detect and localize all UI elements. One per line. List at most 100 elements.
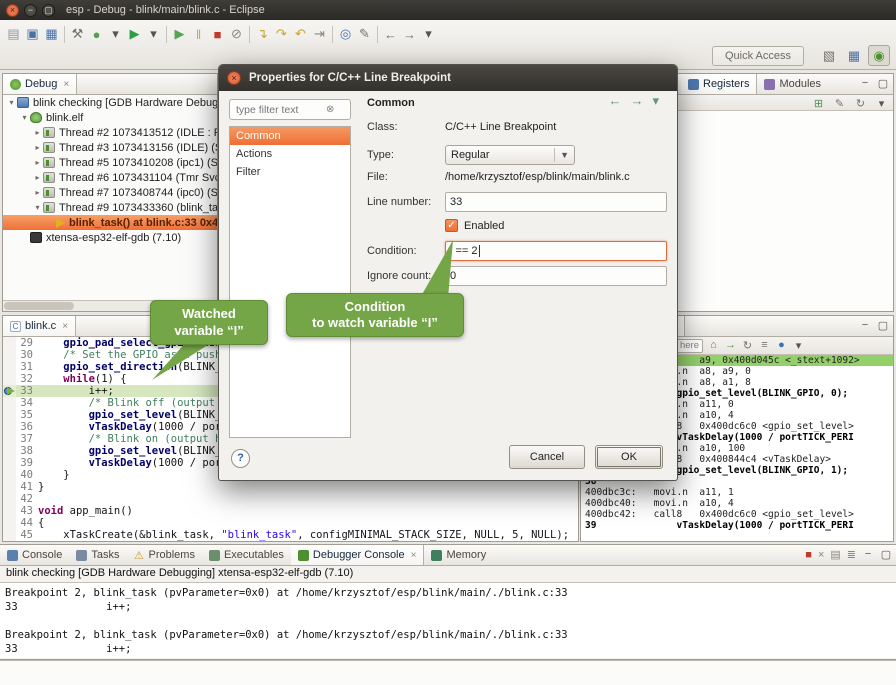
disconnect-icon[interactable]: ⊘ (227, 25, 246, 44)
scrollbar-thumb[interactable] (4, 302, 74, 310)
forward-icon[interactable]: → (630, 93, 643, 109)
dialog-section-actions[interactable]: Actions (230, 145, 350, 163)
close-icon[interactable]: × (62, 321, 68, 332)
expander-icon[interactable]: ▾ (19, 113, 30, 122)
expander-icon[interactable]: ▾ (6, 98, 17, 107)
cpp-perspective-button[interactable]: ▦ (843, 45, 865, 66)
scroll-lock-icon[interactable]: ≣ (847, 548, 856, 561)
close-icon[interactable]: × (411, 550, 417, 561)
expander-icon[interactable]: ▸ (32, 173, 43, 182)
code-line[interactable]: 45 xTaskCreate(&blink_task, "blink_task"… (3, 529, 578, 541)
resume-icon[interactable]: ▶ (170, 25, 189, 44)
tree-item-thread-6[interactable]: ▸Thread #6 1073431104 (Tmr Svc) (Suspend… (3, 170, 217, 185)
refresh-icon[interactable]: ↻ (740, 339, 755, 352)
maximize-icon[interactable]: ▢ (876, 77, 890, 90)
debug-perspective-button[interactable]: ◉ (868, 45, 890, 66)
refresh-icon[interactable]: ↻ (853, 97, 868, 110)
back-history-icon[interactable]: ← (381, 25, 400, 44)
ok-button[interactable]: OK (595, 445, 663, 469)
view-menu-icon[interactable]: ▾ (874, 97, 889, 110)
tab-problems[interactable]: ⚠Problems (126, 545, 201, 565)
tab-debug[interactable]: Debug × (3, 74, 77, 94)
condition-input[interactable]: i == 2 (445, 241, 667, 261)
skip-breakpoints-icon[interactable]: ◎ (336, 25, 355, 44)
show-source-icon[interactable]: ≡ (757, 339, 772, 352)
code-line[interactable]: 43void app_main() (3, 505, 578, 517)
tree-item-thread-5[interactable]: ▸Thread #5 1073410208 (ipc1) (Suspended) (3, 155, 217, 170)
cancel-button[interactable]: Cancel (509, 445, 585, 469)
history-menu-icon[interactable]: ▾ (419, 25, 438, 44)
console-output[interactable]: Breakpoint 2, blink_task (pvParameter=0x… (0, 582, 896, 658)
disassembly-line[interactable]: 400dbc40: movi.n a10, 4 (581, 498, 893, 509)
code-line[interactable]: 41} (3, 481, 578, 493)
code-line[interactable]: 42 (3, 493, 578, 505)
window-close-button[interactable]: × (6, 4, 19, 17)
run-menu-icon[interactable]: ▾ (144, 25, 163, 44)
clear-console-icon[interactable]: ▤ (830, 548, 840, 561)
step-return-icon[interactable]: ↶ (291, 25, 310, 44)
step-over-icon[interactable]: ↷ (272, 25, 291, 44)
maximize-icon[interactable]: ▢ (876, 319, 890, 332)
step-into-icon[interactable]: ↴ (253, 25, 272, 44)
window-minimize-button[interactable]: − (24, 4, 37, 17)
quick-access-button[interactable]: Quick Access (712, 46, 804, 66)
tab-debugger-console[interactable]: Debugger Console× (291, 545, 425, 565)
new-wizard-icon[interactable]: ▤ (4, 25, 23, 44)
tree-item-thread-9[interactable]: ▾Thread #9 1073433360 (blink_task : Susp… (3, 200, 217, 215)
debug-icon[interactable]: ● (87, 25, 106, 44)
tab-tasks[interactable]: Tasks (69, 545, 126, 565)
save-all-icon[interactable]: ▦ (42, 25, 61, 44)
tree-item-gdb-process[interactable]: xtensa-esp32-elf-gdb (7.10) (3, 230, 217, 245)
tree-item-blink-elf[interactable]: ▾blink.elf (3, 110, 217, 125)
expander-icon[interactable]: ▸ (32, 188, 43, 197)
layout-icon[interactable]: ⊞ (811, 97, 826, 110)
clear-filter-icon[interactable]: ⊗ (326, 104, 334, 115)
run-icon[interactable]: ▶ (125, 25, 144, 44)
minimize-icon[interactable]: − (858, 319, 872, 332)
tab-blink-c[interactable]: C blink.c × (3, 316, 76, 336)
minimize-icon[interactable]: − (858, 77, 872, 90)
save-icon[interactable]: ▣ (23, 25, 42, 44)
instruction-stepping-icon[interactable]: ⇥ (310, 25, 329, 44)
maximize-icon[interactable]: ▢ (879, 548, 893, 561)
filter-input[interactable] (234, 103, 326, 117)
forward-history-icon[interactable]: → (400, 25, 419, 44)
tab-console[interactable]: Console (0, 545, 69, 565)
back-icon[interactable]: ← (608, 93, 621, 109)
remove-launch-icon[interactable]: × (818, 549, 824, 561)
breakpoint-toggle-icon[interactable]: ● (774, 339, 789, 352)
dialog-section-common[interactable]: Common (230, 127, 350, 145)
minimize-icon[interactable]: − (861, 548, 875, 561)
tree-item-stack-frame[interactable]: blink_task() at blink.c:33 0x400dbc08 (3, 215, 217, 230)
tab-modules[interactable]: Modules (757, 74, 828, 94)
tab-registers[interactable]: Registers (681, 74, 757, 94)
line-number-input[interactable] (445, 192, 667, 212)
tree-item-thread-7[interactable]: ▸Thread #7 1073408744 (ipc0) (Suspended) (3, 185, 217, 200)
tree-item-launch[interactable]: ▾blink checking [GDB Hardware Debugging] (3, 95, 217, 110)
type-dropdown[interactable]: Regular ▼ (445, 145, 575, 165)
dialog-section-filter[interactable]: Filter (230, 163, 350, 181)
terminate-icon[interactable]: ■ (805, 549, 812, 561)
edit-register-icon[interactable]: ✎ (832, 97, 847, 110)
terminate-icon[interactable]: ■ (208, 25, 227, 44)
expander-icon[interactable]: ▸ (32, 128, 43, 137)
view-menu-icon[interactable]: ▾ (791, 339, 806, 352)
build-icon[interactable]: ⚒ (68, 25, 87, 44)
ignore-count-input[interactable] (445, 266, 667, 286)
help-button[interactable]: ? (231, 449, 250, 468)
tab-memory[interactable]: Memory (424, 545, 493, 565)
mark-occurrences-icon[interactable]: ✎ (355, 25, 374, 44)
expander-icon[interactable]: ▸ (32, 158, 43, 167)
window-maximize-button[interactable]: ▢ (42, 4, 55, 17)
enabled-checkbox[interactable]: ✓ (445, 219, 458, 232)
tree-item-thread-3[interactable]: ▸Thread #3 1073413156 (IDLE) (Suspended) (3, 140, 217, 155)
expander-icon[interactable]: ▾ (32, 203, 43, 212)
home-icon[interactable]: ⌂ (706, 339, 721, 352)
view-menu-icon[interactable]: ▾ (652, 93, 659, 109)
tab-executables[interactable]: Executables (202, 545, 291, 565)
expander-icon[interactable]: ▸ (32, 143, 43, 152)
suspend-icon[interactable]: ‖ (189, 25, 208, 44)
tree-item-thread-2[interactable]: ▸Thread #2 1073413512 (IDLE : Running) (3, 125, 217, 140)
disassembly-line[interactable]: 400dbc42: call8 0x400dc6c0 <gpio_set_lev… (581, 509, 893, 520)
disassembly-line[interactable]: 400dbc3c: movi.n a11, 1 (581, 487, 893, 498)
